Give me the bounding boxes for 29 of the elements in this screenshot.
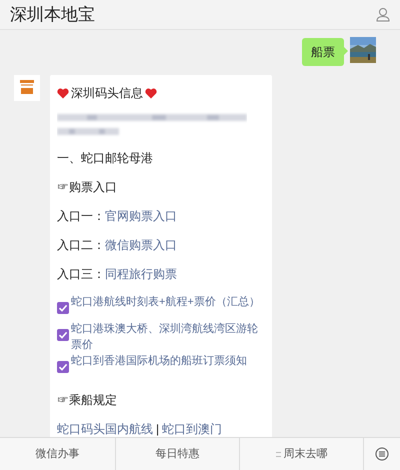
article-title: 深圳码头信息	[71, 85, 143, 102]
section-heading: ☞购票入口	[57, 179, 118, 196]
menu-tab[interactable]: 周末去哪	[240, 438, 364, 470]
link-separator: |	[156, 421, 160, 438]
entry-label: 入口一：	[57, 209, 105, 223]
route-link[interactable]: 蛇口到澳门	[162, 420, 222, 438]
menu-tab[interactable]: 微信办事	[0, 438, 116, 470]
checkbox-icon	[57, 361, 69, 373]
article-link[interactable]: 蛇口港珠澳大桥、深圳湾航线湾区游轮票价	[71, 321, 265, 353]
chat-title: 深圳本地宝	[10, 4, 95, 26]
heart-icon	[145, 88, 157, 98]
logo-icon	[14, 75, 40, 101]
route-link[interactable]: 蛇口码头国内航线	[57, 420, 153, 438]
article-link[interactable]: 蛇口港航线时刻表+航程+票价（汇总）	[71, 294, 260, 310]
user-icon[interactable]	[376, 7, 390, 22]
heart-icon	[57, 88, 69, 98]
section-title: 一、蛇口邮轮母港	[57, 150, 154, 167]
section-heading: ☞乘船规定	[57, 392, 118, 409]
entry-link[interactable]: 官网购票入口	[105, 209, 177, 223]
entry-link[interactable]: 微信购票入口	[105, 238, 177, 252]
menu-icon	[375, 447, 389, 461]
checkbox-icon	[57, 302, 69, 314]
entry-link[interactable]: 同程旅行购票	[105, 267, 177, 281]
sent-message-bubble: 船票	[302, 38, 344, 66]
article-link[interactable]: 蛇口到香港国际机场的船班订票须知	[71, 353, 247, 369]
checkbox-icon	[57, 329, 69, 341]
menu-tab[interactable]: 每日特惠	[116, 438, 240, 470]
entry-label: 入口二：	[57, 238, 105, 252]
entry-label: 入口三：	[57, 267, 105, 281]
